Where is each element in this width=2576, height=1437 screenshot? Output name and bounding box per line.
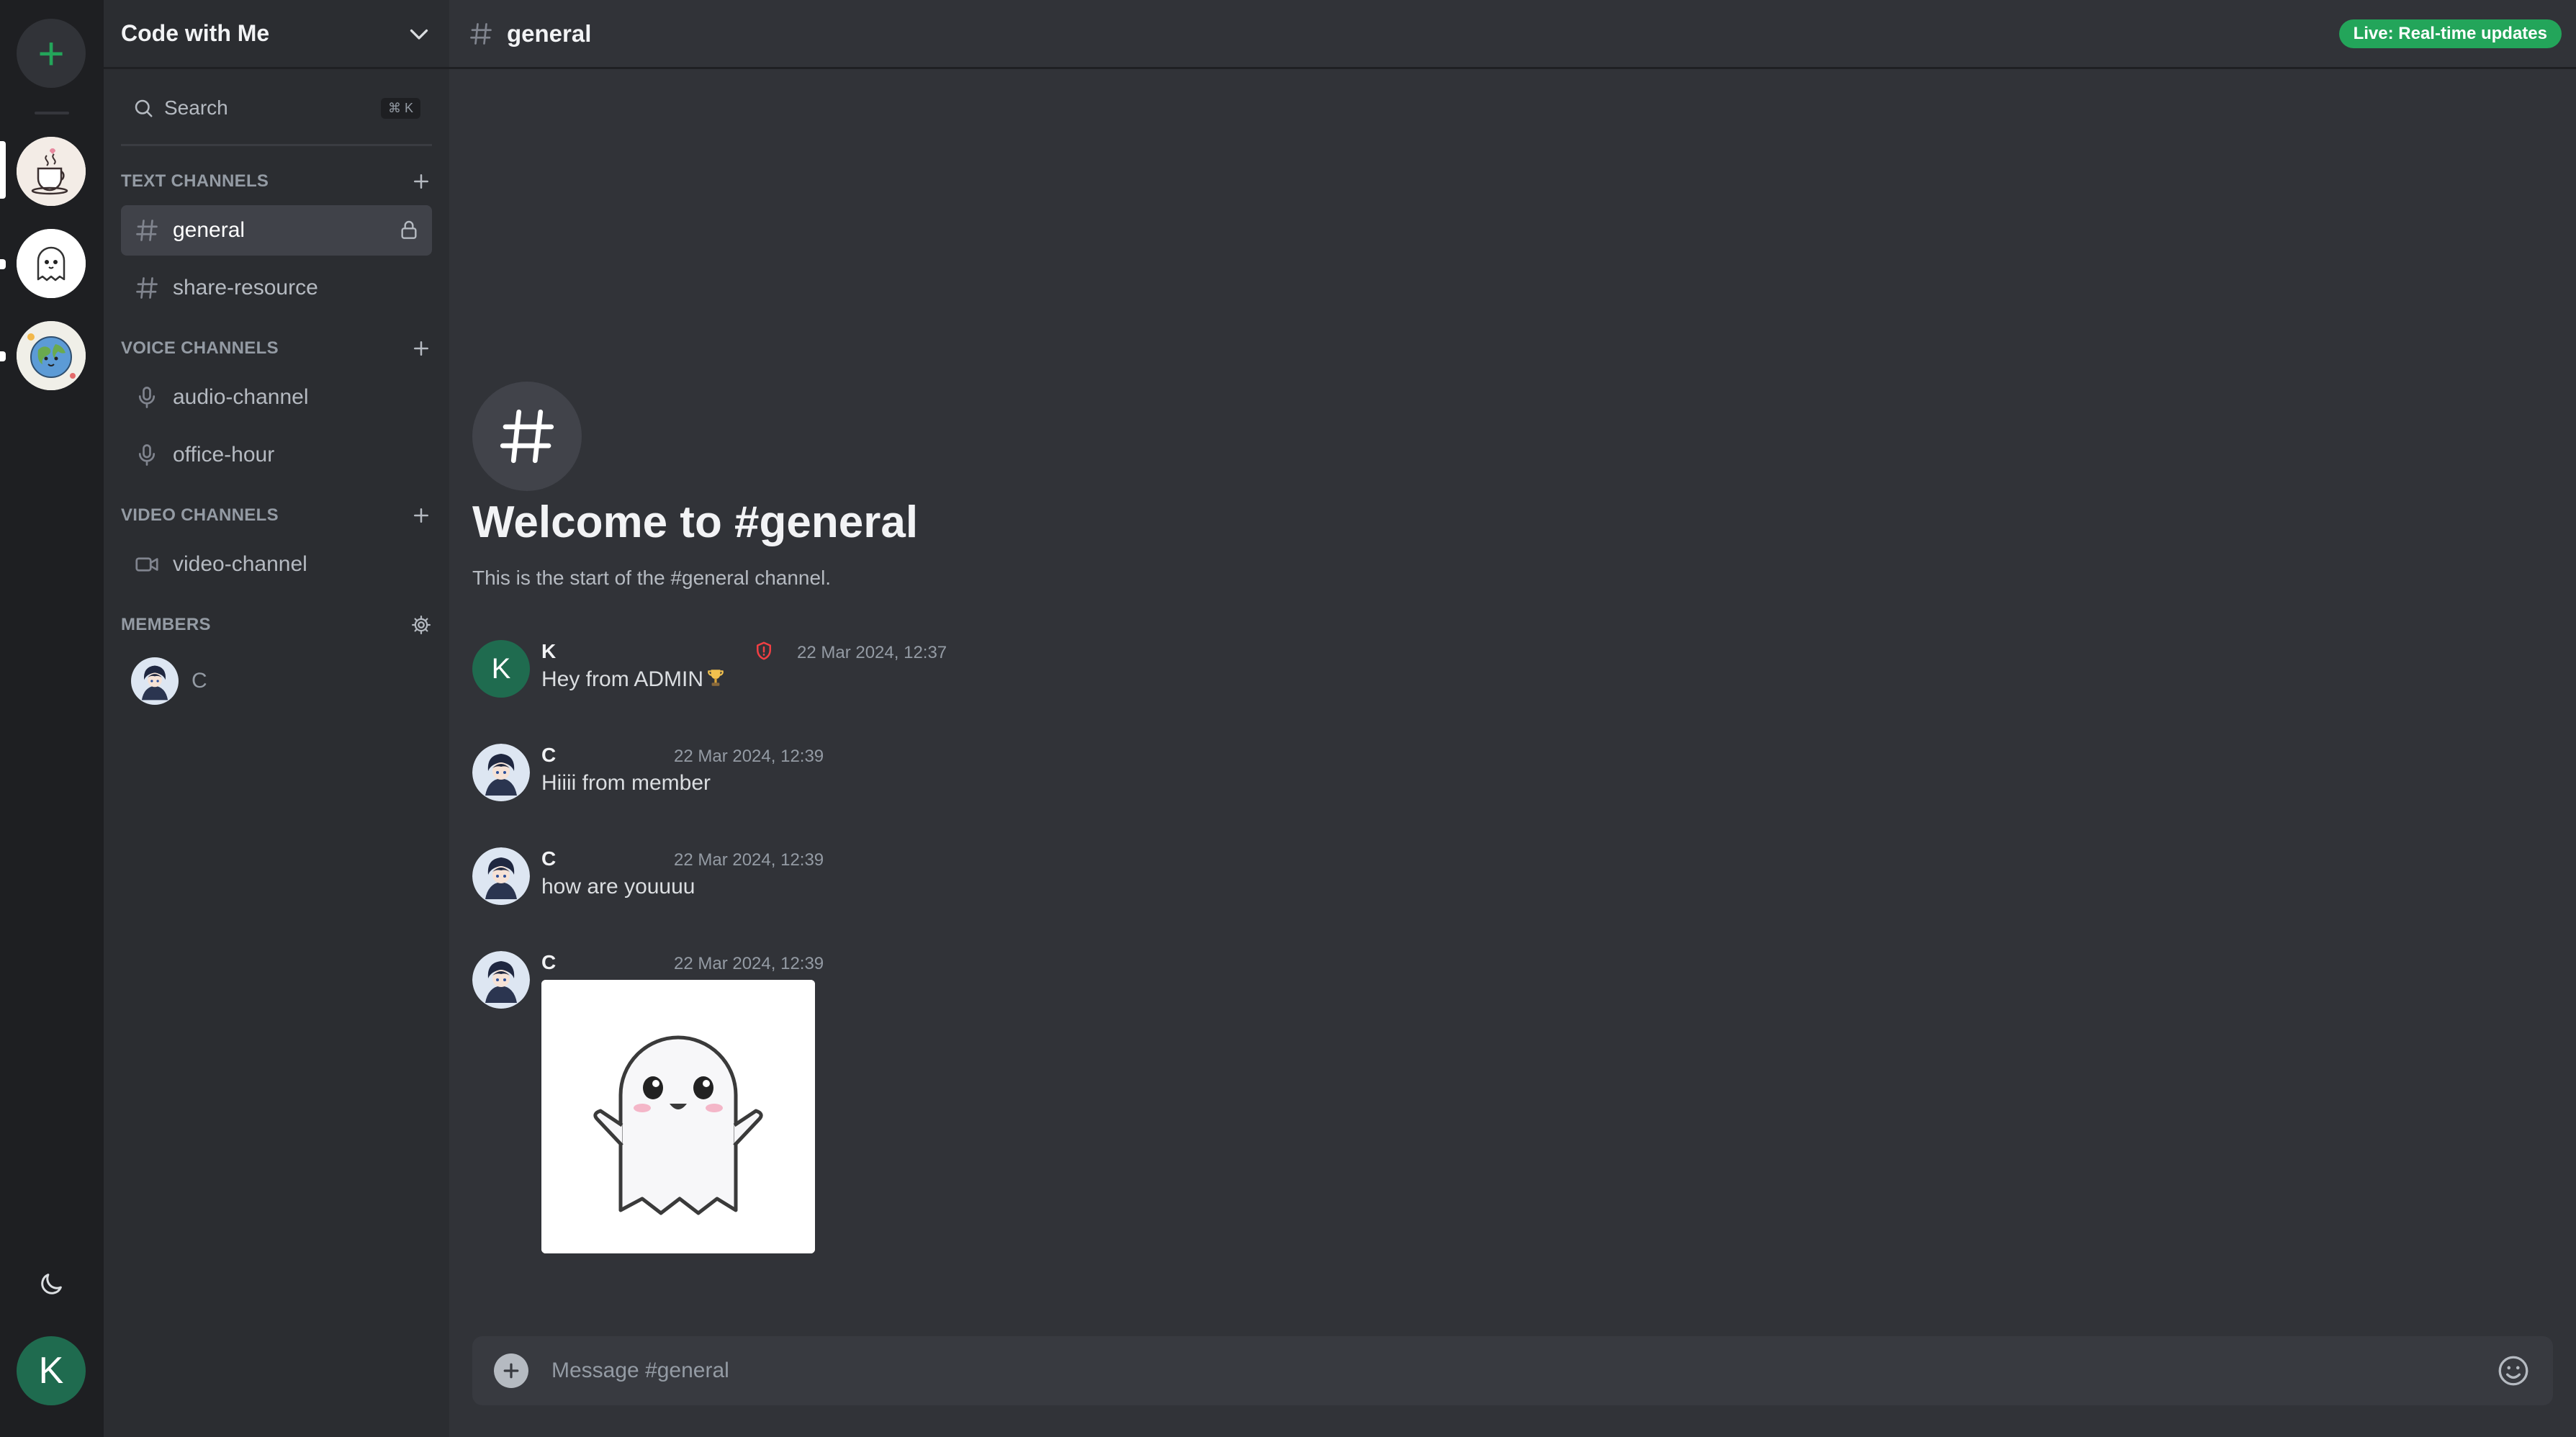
add-video-channel-icon[interactable] <box>410 505 432 526</box>
message-author[interactable]: C <box>541 744 556 767</box>
avatar[interactable] <box>472 951 530 1009</box>
server-name: Code with Me <box>121 20 270 46</box>
channel-audio-channel[interactable]: audio-channel <box>121 372 432 423</box>
unread-indicator <box>0 259 6 269</box>
channel-share-resource[interactable]: share-resource <box>121 263 432 313</box>
message-text: Hiiii from member <box>541 771 711 795</box>
active-server-indicator <box>0 141 6 199</box>
member-name: C <box>192 669 207 693</box>
message-composer <box>472 1336 2553 1405</box>
text-channels-section: TEXT CHANNELS <box>121 167 432 196</box>
earth-icon <box>17 321 86 390</box>
search-button[interactable]: Search ⌘ K <box>121 88 432 128</box>
server-ghost[interactable] <box>17 229 86 298</box>
emoji-icon[interactable] <box>2495 1353 2531 1389</box>
image-attachment[interactable] <box>541 980 815 1253</box>
hash-icon <box>136 220 158 241</box>
avatar[interactable] <box>472 744 530 801</box>
hash-icon <box>136 277 158 299</box>
moon-icon <box>41 1274 62 1294</box>
add-server-button[interactable]: + <box>17 19 86 88</box>
channel-video-channel[interactable]: video-channel <box>121 539 432 590</box>
lock-icon <box>401 220 417 239</box>
coffee-cup-icon <box>17 137 86 206</box>
message-text: Hey from ADMIN <box>541 667 725 692</box>
welcome-subtitle: This is the start of the #general channe… <box>472 567 832 589</box>
channel-label: general <box>173 218 246 242</box>
video-channels-section: VIDEO CHANNELS <box>121 501 432 530</box>
message-text: how are youuuu <box>541 875 695 898</box>
message-author[interactable]: K <box>541 640 556 663</box>
gear-icon[interactable] <box>410 614 432 636</box>
message-timestamp: 22 Mar 2024, 12:37 <box>797 643 947 662</box>
message-text-content: Hey from ADMIN <box>541 667 704 691</box>
rail-divider <box>35 112 69 114</box>
avatar-initial: K <box>491 652 511 685</box>
message-timestamp: 22 Mar 2024, 12:39 <box>674 954 824 973</box>
channel-office-hour[interactable]: office-hour <box>121 430 432 480</box>
message-item: C 22 Mar 2024, 12:39 <box>472 951 1480 1268</box>
message-author[interactable]: C <box>541 951 556 974</box>
live-status-badge: Live: Real-time updates <box>2338 19 2562 48</box>
channel-general[interactable]: general <box>121 205 432 256</box>
message-input[interactable] <box>551 1349 2495 1392</box>
trophy-emoji-icon <box>708 670 724 686</box>
section-label: TEXT CHANNELS <box>121 171 269 191</box>
section-label: VOICE CHANNELS <box>121 338 279 358</box>
theme-toggle-button[interactable] <box>17 1250 86 1319</box>
server-header[interactable]: Code with Me <box>104 0 449 69</box>
search-label: Search <box>164 96 228 119</box>
search-icon <box>135 99 153 117</box>
members-section: MEMBERS <box>121 611 432 639</box>
message-timestamp: 22 Mar 2024, 12:39 <box>674 850 824 870</box>
chat-area: general Live: Real-time updates Welcome … <box>449 0 2576 1437</box>
server-rail: + K <box>0 0 104 1437</box>
voice-channels-section: VOICE CHANNELS <box>121 334 432 363</box>
video-camera-icon <box>135 557 158 572</box>
microphone-icon <box>138 444 156 466</box>
hash-icon <box>500 409 554 464</box>
message-item: C 22 Mar 2024, 12:39 how are youuuu <box>472 847 1480 905</box>
avatar[interactable]: K <box>472 640 530 698</box>
channel-title: general <box>507 19 592 47</box>
channel-label: office-hour <box>173 443 275 467</box>
ghost-icon <box>17 229 86 298</box>
user-initial: K <box>38 1350 64 1392</box>
user-avatar[interactable]: K <box>17 1336 86 1405</box>
channel-welcome-badge <box>472 382 582 491</box>
sidebar-divider <box>121 144 432 146</box>
chat-header: general Live: Real-time updates <box>449 0 2576 69</box>
add-text-channel-icon[interactable] <box>410 171 432 192</box>
server-earth[interactable] <box>17 321 86 390</box>
message-item: K K 22 Mar 2024, 12:37 Hey from ADMIN <box>472 640 1480 698</box>
chevron-down-icon <box>410 29 428 40</box>
plus-icon: + <box>37 27 65 79</box>
message-timestamp: 22 Mar 2024, 12:39 <box>674 747 824 766</box>
message-author[interactable]: C <box>541 847 556 870</box>
plus-icon <box>503 1363 519 1379</box>
unread-indicator <box>0 351 6 361</box>
member-item[interactable]: C <box>131 657 207 705</box>
add-attachment-button[interactable] <box>494 1353 528 1388</box>
channel-label: audio-channel <box>173 385 309 409</box>
microphone-icon <box>138 387 156 408</box>
channel-label: share-resource <box>173 276 318 299</box>
server-coffee[interactable] <box>17 137 86 206</box>
welcome-title: Welcome to #general <box>472 497 919 547</box>
channel-sidebar: Code with Me Search ⌘ K TEXT CHANNELS ge… <box>104 0 449 1437</box>
section-label: MEMBERS <box>121 615 211 634</box>
ghost-image <box>541 980 815 1253</box>
avatar <box>131 657 179 705</box>
message-item: C 22 Mar 2024, 12:39 Hiiii from member <box>472 744 1480 801</box>
section-label: VIDEO CHANNELS <box>121 505 279 525</box>
channel-label: video-channel <box>173 552 307 576</box>
hash-icon <box>470 22 492 45</box>
avatar[interactable] <box>472 847 530 905</box>
admin-shield-icon <box>757 641 771 660</box>
add-voice-channel-icon[interactable] <box>410 338 432 359</box>
search-shortcut: ⌘ K <box>380 97 420 119</box>
